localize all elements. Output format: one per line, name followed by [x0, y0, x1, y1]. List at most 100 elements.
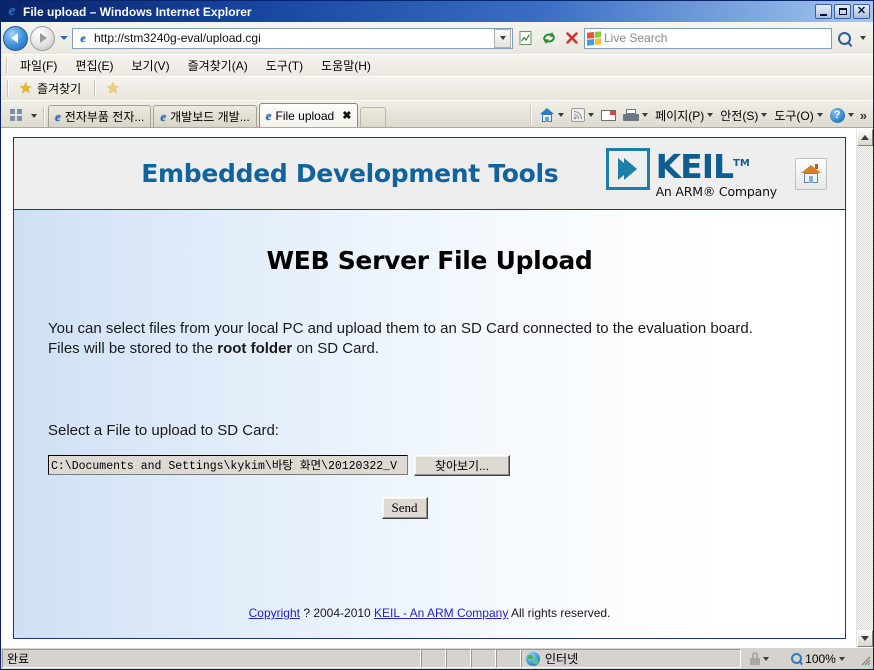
- compatibility-view-icon[interactable]: [515, 28, 536, 49]
- browser-window: e File upload – Windows Internet Explore…: [0, 0, 874, 670]
- menu-item-view[interactable]: 보기(V): [122, 55, 178, 76]
- keil-word: KEILTM: [656, 148, 777, 183]
- window-title: File upload – Windows Internet Explorer: [23, 4, 252, 19]
- quick-tabs-button[interactable]: [5, 105, 27, 125]
- feeds-dropdown-icon[interactable]: [588, 113, 595, 117]
- page-menu-button[interactable]: 페이지(P): [652, 105, 716, 126]
- new-tab-button[interactable]: [360, 107, 387, 127]
- tools-menu-button[interactable]: 도구(O): [771, 105, 825, 126]
- help-menu-button[interactable]: ?: [827, 106, 857, 125]
- browse-button[interactable]: 찾아보기...: [414, 454, 510, 476]
- tools-dropdown-icon: [816, 113, 823, 117]
- search-go-icon[interactable]: [834, 28, 855, 49]
- favorites-bar: ★ 즐겨찾기 ★: [1, 76, 873, 100]
- recent-pages-dropdown-icon[interactable]: [57, 27, 70, 49]
- status-pane-1: [421, 649, 446, 668]
- menu-item-favorites[interactable]: 즐겨찾기(A): [179, 55, 257, 76]
- scroll-up-button[interactable]: [857, 129, 873, 146]
- scrollbar-track[interactable]: [857, 146, 873, 630]
- status-pane-3: [471, 649, 496, 668]
- resize-grip[interactable]: [859, 649, 873, 668]
- keil-word-text: KEIL: [655, 147, 734, 186]
- menu-item-edit[interactable]: 편집(E): [66, 55, 122, 76]
- safety-dropdown-icon: [761, 113, 768, 117]
- close-tab-icon[interactable]: ✖: [342, 109, 351, 122]
- print-button[interactable]: [620, 107, 651, 123]
- search-options-dropdown-icon[interactable]: [857, 28, 869, 49]
- protected-mode-button[interactable]: [741, 649, 777, 668]
- tab-label: File upload: [275, 108, 335, 123]
- close-button[interactable]: ✕: [853, 4, 870, 19]
- tab-list-dropdown-icon[interactable]: [27, 105, 40, 127]
- safety-menu-button[interactable]: 안전(S): [717, 105, 770, 126]
- intro-text-1: You can select files from your local PC …: [48, 320, 753, 358]
- rss-feed-icon: [571, 108, 586, 122]
- page-favicon-icon: e: [80, 31, 86, 45]
- favorites-button[interactable]: ★ 즐겨찾기: [16, 79, 87, 98]
- minimize-button[interactable]: [815, 4, 832, 19]
- keil-tm: TM: [733, 158, 750, 169]
- protected-mode-dropdown-icon: [763, 656, 769, 661]
- intro-text-2: on SD Card.: [292, 340, 379, 358]
- tab-label: 전자부품 전자...: [64, 110, 145, 124]
- address-input[interactable]: e http://stm3240g-eval/upload.cgi: [72, 27, 513, 49]
- address-dropdown-icon[interactable]: [494, 28, 511, 48]
- send-button[interactable]: Send: [381, 496, 428, 519]
- browser-chrome: e http://stm3240g-eval/upload.cgi Live S…: [1, 22, 873, 128]
- page-dropdown-icon: [707, 113, 714, 117]
- home-icon: [539, 107, 555, 123]
- print-dropdown-icon[interactable]: [642, 113, 649, 117]
- feeds-button[interactable]: [568, 106, 597, 124]
- tab-electronic-parts[interactable]: e 전자부품 전자...: [48, 105, 152, 127]
- search-input[interactable]: Live Search: [584, 27, 832, 49]
- page-home-button[interactable]: [795, 157, 827, 190]
- add-to-favorites-bar-button[interactable]: ★: [103, 81, 126, 97]
- stop-icon[interactable]: [561, 28, 582, 49]
- home-button[interactable]: [536, 106, 567, 125]
- command-bar-overflow-icon[interactable]: »: [858, 108, 869, 123]
- mail-icon: [601, 109, 617, 121]
- status-pane-4: [496, 649, 521, 668]
- address-toolbar: e http://stm3240g-eval/upload.cgi Live S…: [1, 22, 873, 54]
- file-path-input[interactable]: C:\Documents and Settings\kykim\바탕 화면\20…: [48, 455, 408, 475]
- quick-tabs-icon: [10, 109, 22, 121]
- tab-bar: e 전자부품 전자... e 개발보드 개발... e File upload …: [1, 100, 873, 127]
- star-icon: ★: [19, 79, 33, 97]
- page-card: Embedded Development Tools KEILTM An ARM…: [13, 137, 846, 639]
- address-url-text: http://stm3240g-eval/upload.cgi: [94, 31, 261, 45]
- page-viewport: Embedded Development Tools KEILTM An ARM…: [1, 128, 873, 647]
- house-icon: [801, 164, 821, 183]
- caret-up-icon: [861, 135, 869, 140]
- keil-company-link[interactable]: KEIL - An ARM Company: [374, 606, 508, 620]
- security-zone[interactable]: 인터넷: [521, 649, 741, 668]
- window-controls: ✕: [815, 4, 870, 19]
- zoom-dropdown-icon[interactable]: [838, 656, 845, 661]
- read-mail-button[interactable]: [598, 108, 619, 123]
- menu-item-file[interactable]: 파일(F): [11, 55, 66, 76]
- page-content: WEB Server File Upload You can select fi…: [14, 210, 845, 638]
- menu-bar: 파일(F) 편집(E) 보기(V) 즐겨찾기(A) 도구(T) 도움말(H): [1, 54, 873, 76]
- tab-dev-board[interactable]: e 개발보드 개발...: [153, 105, 257, 127]
- zoom-control[interactable]: 100%: [777, 649, 859, 668]
- forward-button[interactable]: [30, 25, 55, 51]
- scroll-down-button[interactable]: [857, 630, 873, 647]
- status-bar: 완료 인터넷 100%: [1, 647, 873, 669]
- back-button[interactable]: [3, 25, 28, 51]
- tab-file-upload[interactable]: e File upload ✖: [258, 103, 359, 127]
- refresh-icon[interactable]: [538, 28, 559, 49]
- intro-bold-text: root folder: [217, 340, 293, 358]
- menu-item-help[interactable]: 도움말(H): [312, 55, 380, 76]
- status-text: 완료: [2, 649, 421, 668]
- tab-favicon-icon: e: [55, 109, 61, 124]
- copyright-link[interactable]: Copyright: [249, 606, 300, 620]
- title-bar: e File upload – Windows Internet Explore…: [1, 1, 873, 22]
- menu-item-tools[interactable]: 도구(T): [257, 55, 312, 76]
- help-icon: ?: [829, 107, 845, 123]
- internet-globe-icon: [526, 651, 540, 666]
- home-dropdown-icon[interactable]: [558, 113, 565, 117]
- maximize-button[interactable]: [834, 4, 851, 19]
- tab-favicon-icon: e: [160, 109, 167, 124]
- vertical-scrollbar[interactable]: [856, 129, 873, 647]
- star-add-icon: ★: [106, 79, 120, 97]
- favorites-label: 즐겨찾기: [37, 82, 82, 96]
